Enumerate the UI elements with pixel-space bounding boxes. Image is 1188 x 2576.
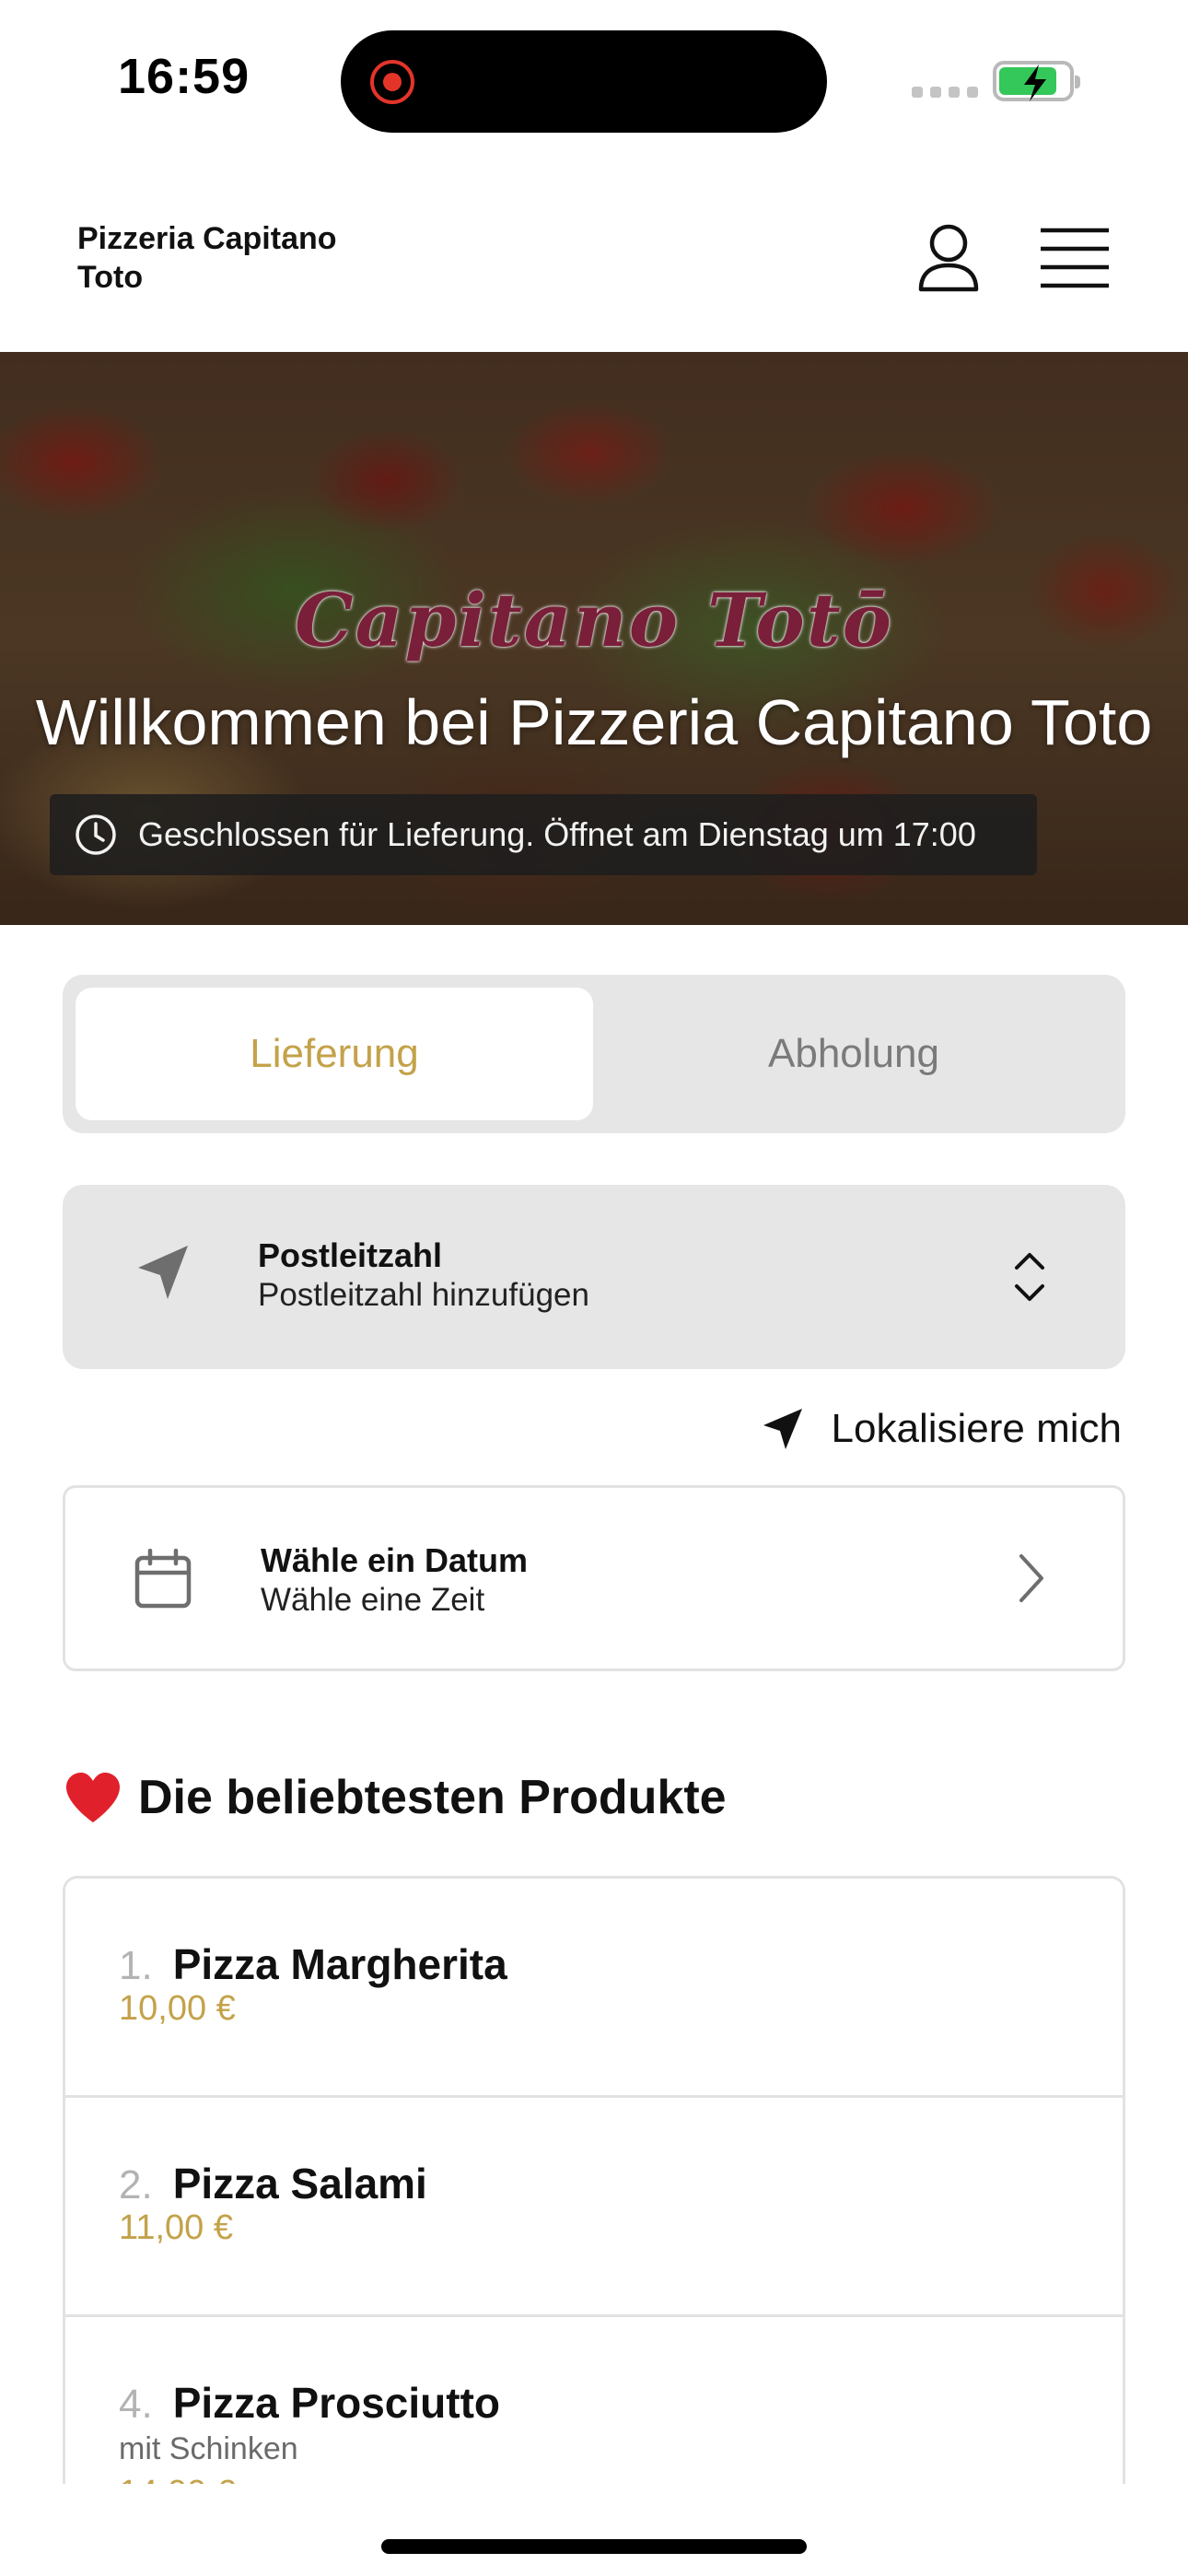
postcode-label: Postleitzahl [258,1236,443,1274]
date-picker[interactable]: Wähle ein Datum Wähle eine Zeit [63,1485,1125,1671]
dynamic-island [341,30,827,133]
product-list: 1. Pizza Margherita 10,00 € 2. Pizza Sal… [63,1876,1125,2484]
battery-icon [993,61,1080,101]
app-header: Pizzeria Capitano Toto [0,157,1188,352]
postcode-placeholder: Postleitzahl hinzufügen [258,1277,589,1313]
postcode-field[interactable]: Postleitzahl Postleitzahl hinzufügen [63,1185,1125,1369]
date-label: Wähle ein Datum [261,1541,529,1579]
opening-status-text: Geschlossen für Lieferung. Öffnet am Die… [138,815,976,853]
hero-title: Willkommen bei Pizzeria Capitano Toto [35,686,1153,758]
brand-name[interactable]: Pizzeria Capitano Toto [77,219,409,297]
product-rank: 4. [119,2382,153,2427]
profile-button[interactable] [912,221,985,295]
calendar-icon [134,1549,192,1609]
tab-delivery[interactable]: Lieferung [76,988,593,1120]
product-name: Pizza Margherita [172,1940,507,1988]
chevron-updown-icon [1015,1253,1044,1301]
cellular-signal-icon [912,87,978,98]
charging-bolt-icon [1024,64,1046,101]
product-rank: 1. [119,1943,153,1988]
order-mode-toggle: Lieferung Abholung [63,975,1125,1133]
locate-me-label: Lokalisiere mich [831,1406,1122,1451]
home-indicator[interactable] [381,2539,807,2554]
restaurant-logo: Capitano Totō [294,577,894,663]
product-rank: 2. [119,2162,153,2207]
chevron-right-icon [1019,1554,1043,1602]
list-item[interactable]: 2. Pizza Salami 11,00 € [65,2098,1123,2317]
menu-button[interactable] [1037,223,1112,293]
product-description: mit Schinken [119,2431,298,2466]
popular-products-title: Die beliebtesten Produkte [138,1771,727,1824]
recording-indicator-icon [370,60,414,104]
product-price: 11,00 € [119,2208,233,2247]
popular-products-heading: Die beliebtesten Produkte [64,1765,727,1830]
profile-icon [918,224,979,292]
status-time: 16:59 [118,49,250,104]
locate-me-button[interactable]: Lokalisiere mich [762,1400,1122,1458]
tab-pickup[interactable]: Abholung [595,988,1112,1120]
location-arrow-icon [763,1409,802,1449]
list-item[interactable]: 4. Pizza Prosciutto mit Schinken 14,00 € [65,2317,1123,2484]
heart-icon [66,1773,120,1822]
location-arrow-icon [138,1246,188,1299]
opening-status-banner: Geschlossen für Lieferung. Öffnet am Die… [50,794,1037,875]
product-name: Pizza Prosciutto [172,2379,500,2427]
list-item[interactable]: 1. Pizza Margherita 10,00 € [65,1879,1123,2098]
status-bar: 16:59 [0,0,1188,157]
time-label: Wähle eine Zeit [261,1582,485,1618]
clock-icon [76,814,116,855]
product-price: 14,00 € [119,2474,236,2484]
hero-banner: Capitano Totō Willkommen bei Pizzeria Ca… [0,352,1188,925]
product-name: Pizza Salami [172,2160,427,2207]
menu-icon [1041,228,1109,288]
product-price: 10,00 € [119,1989,236,2028]
